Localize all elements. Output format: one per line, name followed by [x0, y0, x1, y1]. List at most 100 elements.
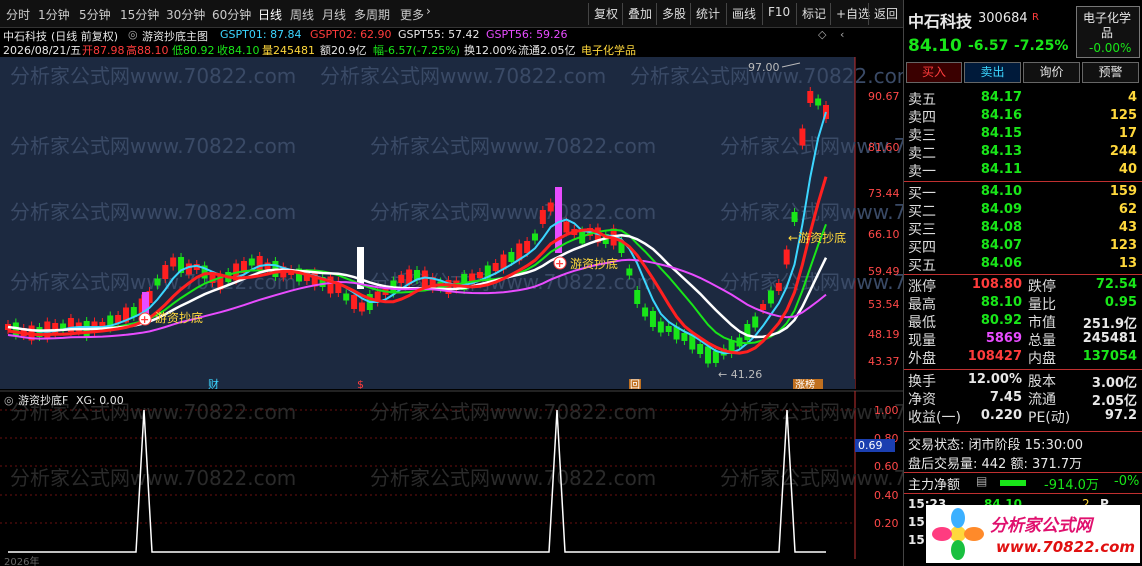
buy-orderbook: 买一 84.10 159 买二 84.09 62 买三 84.08 43 买四 84.07 12…	[904, 182, 1142, 274]
toolbar-button[interactable]: 统计	[696, 5, 720, 22]
flower-logo-icon	[932, 508, 984, 560]
divider	[796, 3, 797, 25]
toolbar-button[interactable]: 返回	[874, 5, 898, 22]
divider	[904, 369, 1142, 370]
chevron-left-icon[interactable]: ‹	[840, 28, 844, 41]
ob-row: 卖五 84.17 4	[908, 90, 1137, 108]
ob-row: 卖二 84.13 244	[908, 144, 1137, 162]
period-tab[interactable]: 多周期	[354, 6, 390, 23]
indicator-dropdown-icon[interactable]: ◎	[128, 28, 138, 41]
inquiry-button[interactable]: 询价	[1023, 62, 1080, 83]
kline-chart[interactable]: 分析家公式网www.70822.com 分析家公式网www.70822.com …	[0, 57, 903, 389]
toolbar-button[interactable]: 叠加	[628, 5, 652, 22]
period-tab[interactable]: 15分钟	[120, 6, 159, 23]
toolbar-button[interactable]: 画线	[732, 5, 756, 22]
toolbar-button[interactable]: 标记	[802, 5, 826, 22]
stats-row: 最高 88.10 量比 0.95	[908, 295, 1137, 313]
hui-marker[interactable]: 回	[630, 379, 640, 389]
sector-change: -0.00%	[1089, 41, 1132, 55]
net-flow-value: -914.0万	[1044, 478, 1099, 493]
stats-table: 涨停 108.80 跌停 72.54 最高 88.10 量比 0.95 最低 80.92 市值 2…	[904, 276, 1142, 368]
bar-info: 2026/08/21/五 开87.98 高88.10 低80.92 收84.10…	[0, 42, 903, 57]
toolbar-button[interactable]: +自选	[836, 5, 870, 22]
price-tick: 66.10	[868, 228, 900, 241]
ob-row: 买四 84.07 123	[908, 238, 1137, 256]
price-change: -6.57	[968, 38, 1009, 54]
zt-marker[interactable]: 涨榜	[795, 378, 815, 389]
divider	[904, 274, 1142, 275]
quote-panel: 中石科技 300684 R 电子化学 品 -0.00% 84.10 -6.57 …	[903, 0, 1142, 566]
net-flow-pct: -0%	[1114, 474, 1140, 489]
indicator-panel[interactable]: 分析家公式网www.70822.com 分析家公式网www.70822.com …	[0, 389, 903, 566]
watermark: 分析家公式网www.70822.com	[370, 200, 656, 224]
indicator-xg: XG: 0.00	[76, 394, 124, 407]
buy-button[interactable]: 买入	[906, 62, 962, 83]
bar-turnover: 换12.00%	[464, 44, 517, 57]
ob-row: 买五 84.06 13	[908, 256, 1137, 274]
list-icon[interactable]: ▤	[976, 474, 987, 488]
divider	[726, 3, 727, 25]
period-tab[interactable]: 1分钟	[38, 6, 70, 23]
chart-title-bar: 中石科技 (日线 前复权) ◎ 游资抄底主图 GSPT01: 87.84 GSP…	[0, 28, 903, 43]
ind-tick: 1.00	[874, 404, 899, 417]
stats-row: 外盘 108427 内盘 137054	[908, 349, 1137, 367]
divider	[904, 431, 1142, 432]
sell-orderbook: 卖五 84.17 4 卖四 84.16 125 卖三 84.15 17 卖二 84.13 244…	[904, 88, 1142, 180]
bar-close: 收84.10	[217, 44, 260, 57]
divider	[904, 493, 1142, 494]
divider	[690, 3, 691, 25]
period-tab[interactable]: 分时	[6, 6, 30, 23]
gspt01-label: GSPT01: 87.84	[220, 28, 302, 41]
sector-name-2: 品	[1101, 26, 1114, 40]
margin-flag: R	[1032, 12, 1039, 23]
alert-button[interactable]: 预警	[1082, 62, 1139, 83]
sector-box[interactable]: 电子化学 品 -0.00%	[1076, 6, 1140, 58]
bar-amount: 额20.9亿	[320, 44, 367, 57]
ob-row: 卖一 84.11 40	[908, 162, 1137, 180]
period-tab[interactable]: 月线	[322, 6, 346, 23]
bar-high: 高88.10	[126, 44, 169, 57]
divider	[656, 3, 657, 25]
logo-url: www.70822.com	[996, 538, 1136, 556]
watermark: 分析家公式网www.70822.com	[370, 466, 656, 490]
period-tab-active[interactable]: 日线	[258, 6, 282, 23]
price-pct: -7.25%	[1014, 38, 1069, 54]
finance-marker[interactable]: 财	[208, 377, 219, 389]
ob-row: 买三 84.08 43	[908, 220, 1137, 238]
chevron-right-icon[interactable]: ›	[426, 4, 431, 18]
bar-date: 2026/08/21/五	[3, 44, 82, 57]
toolbar: 分时 1分钟 5分钟 15分钟 30分钟 60分钟 日线 周线 月线 多周期 更…	[0, 0, 903, 28]
divider	[622, 3, 623, 25]
period-tab[interactable]: 周线	[290, 6, 314, 23]
ob-row: 买一 84.10 159	[908, 184, 1137, 202]
gspt02-label: GSPT02: 62.90	[310, 28, 392, 41]
diamond-icon[interactable]: ◇	[818, 28, 826, 41]
stats2-table: 换手 12.00% 股本 3.00亿 净资 7.45 流通 2.05亿 收益(一) 0.220…	[904, 371, 1142, 431]
period-tab[interactable]: 30分钟	[166, 6, 205, 23]
divider	[830, 3, 831, 25]
toolbar-button[interactable]: 多股	[662, 5, 686, 22]
bar-low: 低80.92	[172, 44, 215, 57]
stats-row: 换手 12.00% 股本 3.00亿	[908, 372, 1137, 391]
dollar-marker[interactable]: $	[357, 378, 364, 389]
watermark: 分析家公式网www.70822.com	[370, 400, 656, 424]
toolbar-button[interactable]: 复权	[594, 5, 618, 22]
watermark: 分析家公式网www.70822.com	[720, 200, 903, 224]
sell-button[interactable]: 卖出	[964, 62, 1021, 83]
indicator-dropdown-icon[interactable]: ◎	[4, 394, 14, 407]
svg-text:+: +	[140, 313, 149, 326]
price-tick: 43.37	[868, 355, 900, 368]
period-tab[interactable]: 60分钟	[212, 6, 251, 23]
watermark: 分析家公式网www.70822.com	[320, 64, 606, 88]
bottom-date: 2026年	[4, 555, 39, 566]
stats-row: 收益(一) 0.220 PE(动) 97.2	[908, 408, 1137, 426]
toolbar-button[interactable]: F10	[768, 5, 790, 19]
high-mark-label: 97.00	[748, 61, 780, 74]
indicator-title[interactable]: 游资抄底F	[18, 393, 68, 407]
watermark: 分析家公式网www.70822.com	[10, 200, 296, 224]
stock-name: 中石科技	[908, 12, 973, 31]
after-hours-volume: 盘后交易量: 442 额: 371.7万	[908, 457, 1083, 472]
more-tab[interactable]: 更多	[400, 6, 424, 23]
stats-row: 净资 7.45 流通 2.05亿	[908, 390, 1137, 409]
period-tab[interactable]: 5分钟	[79, 6, 111, 23]
